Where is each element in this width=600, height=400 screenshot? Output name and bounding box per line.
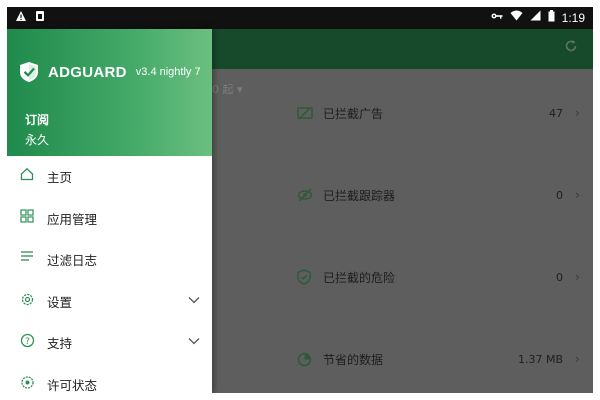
chevron-down-icon[interactable] <box>188 294 200 306</box>
wifi-icon <box>510 10 523 26</box>
menu-label: 应用管理 <box>47 211 98 227</box>
clock: 1:19 <box>561 11 585 25</box>
stat-value: 0 <box>556 188 563 202</box>
status-right: 1:19 <box>491 9 585 27</box>
eye-off-icon <box>297 185 323 205</box>
stat-value: 47 <box>549 106 563 120</box>
status-bar: 1:19 <box>7 7 593 29</box>
menu-item-home[interactable]: 主页 <box>7 156 212 198</box>
brand-name: ADGUARD <box>48 63 127 81</box>
subscription-label: 订阅 <box>25 113 50 127</box>
menu-label: 主页 <box>47 170 73 186</box>
key-icon <box>491 10 503 26</box>
gear-icon <box>19 292 35 310</box>
stat-value: 0 <box>556 270 563 284</box>
ad-block-icon <box>297 103 323 123</box>
stat-label: 节省的数据 <box>323 352 384 367</box>
home-icon <box>19 167 35 185</box>
battery-icon <box>548 9 555 27</box>
signal-icon <box>530 10 541 26</box>
sim-icon <box>35 10 45 27</box>
warning-icon <box>15 10 27 27</box>
stat-row-trackers[interactable]: 已拦截跟踪器 0 › <box>297 175 587 215</box>
help-icon: ? <box>19 333 35 351</box>
menu-item-support[interactable]: ? 支持 <box>7 322 212 364</box>
chevron-right-icon: › <box>575 352 580 366</box>
subscription-value: 永久 <box>25 133 50 147</box>
pie-chart-icon <box>297 349 323 369</box>
stat-row-threats[interactable]: 已拦截的危险 0 › <box>297 257 587 297</box>
navigation-drawer: ADGUARD v3.4 nightly 7 订阅 永久 主页 应用管理 过滤日… <box>7 29 212 393</box>
menu-label: 设置 <box>47 294 73 310</box>
status-left <box>15 10 45 26</box>
stat-label: 已拦截广告 <box>323 106 384 121</box>
menu-item-license[interactable]: 许可状态 <box>7 364 212 394</box>
chevron-right-icon: › <box>575 270 580 284</box>
menu-item-filter-log[interactable]: 过滤日志 <box>7 239 212 281</box>
stat-label: 已拦截跟踪器 <box>323 188 396 203</box>
drawer-menu: 主页 应用管理 过滤日志 设置 ? 支持 许可状态 <box>7 156 212 393</box>
adguard-shield-logo-icon <box>19 61 39 83</box>
chevron-right-icon: › <box>575 188 580 202</box>
list-icon <box>19 250 35 268</box>
menu-item-app-management[interactable]: 应用管理 <box>7 198 212 240</box>
stat-label: 已拦截的危险 <box>323 270 396 285</box>
shield-icon <box>297 267 323 287</box>
svg-text:?: ? <box>25 337 30 347</box>
menu-label: 过滤日志 <box>47 253 98 269</box>
apps-grid-icon <box>19 208 35 227</box>
stat-row-data-saved[interactable]: 节省的数据 1.37 MB › <box>297 339 587 379</box>
menu-label: 许可状态 <box>47 377 98 393</box>
menu-item-settings[interactable]: 设置 <box>7 281 212 323</box>
brand-row: ADGUARD v3.4 nightly 7 <box>19 60 201 84</box>
app-version: v3.4 nightly 7 <box>135 66 201 78</box>
menu-label: 支持 <box>47 336 73 352</box>
refresh-icon[interactable] <box>561 39 581 59</box>
stat-row-ads[interactable]: 已拦截广告 47 › <box>297 93 587 133</box>
app-screen: 1:19 00 起 ▾ 已拦截广告 47 › 已拦截跟踪器 0 › 已拦截的危险… <box>7 7 593 393</box>
license-icon <box>19 375 35 393</box>
drawer-header: ADGUARD v3.4 nightly 7 订阅 永久 <box>7 29 212 156</box>
chevron-down-icon[interactable] <box>188 335 200 347</box>
chevron-right-icon: › <box>575 106 580 120</box>
stat-value: 1.37 MB <box>517 352 563 366</box>
